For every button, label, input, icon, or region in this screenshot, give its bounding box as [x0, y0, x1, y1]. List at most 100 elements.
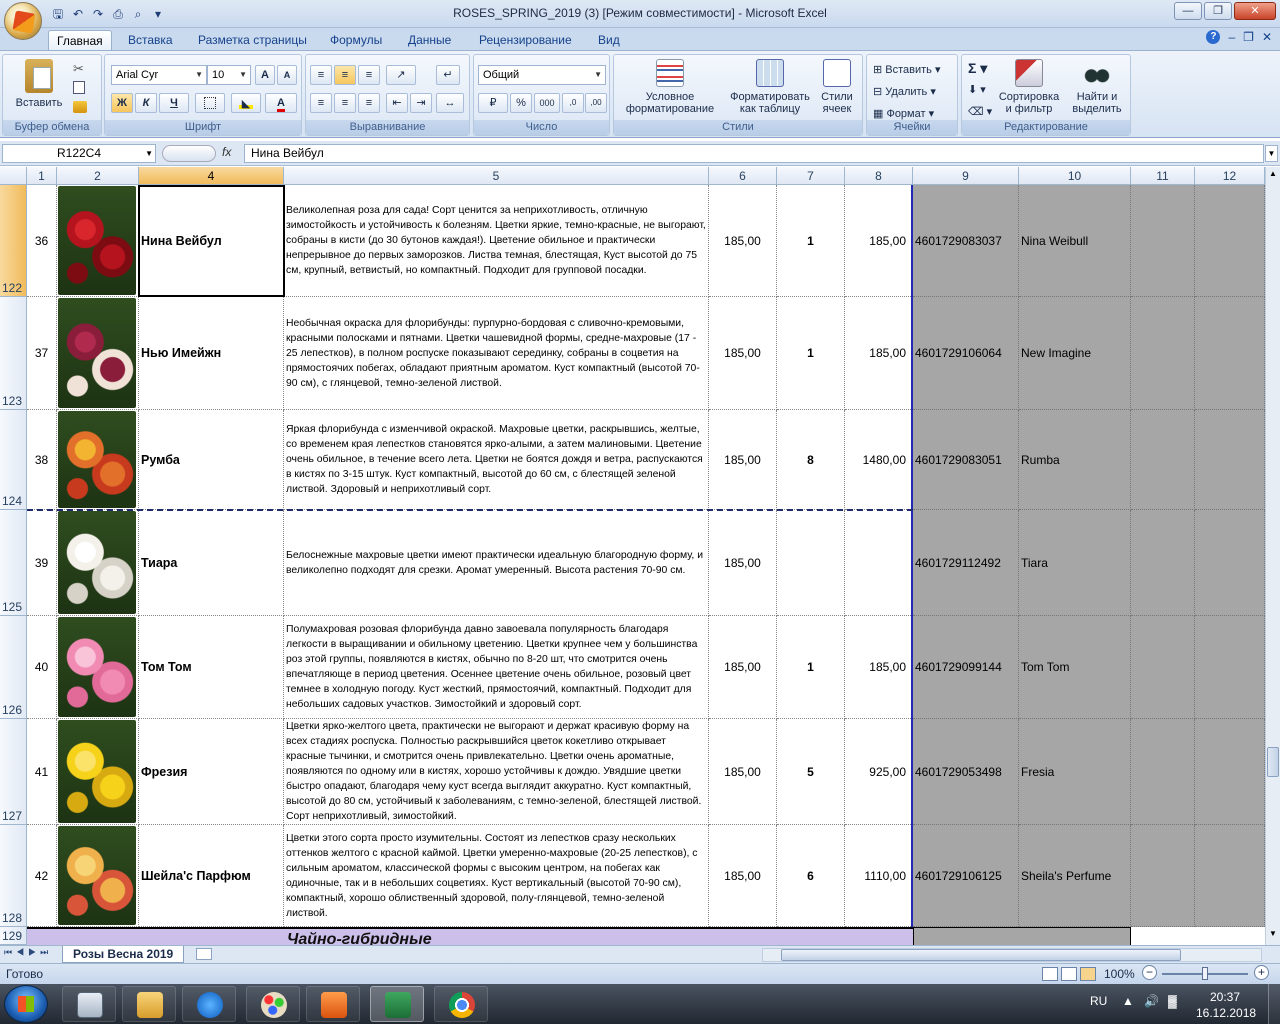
orientation-button[interactable]: ↗ — [386, 65, 416, 85]
close-button[interactable]: ✕ — [1234, 2, 1276, 20]
column-header[interactable]: 6 — [709, 167, 777, 185]
thousands-format-button[interactable]: 000 — [534, 93, 560, 113]
description-cell[interactable]: Полумахровая розовая флорибунда давно за… — [284, 616, 709, 719]
quantity-cell[interactable]: 1 — [777, 616, 845, 719]
vertical-scrollbar[interactable]: ▲ ▼ — [1265, 167, 1280, 945]
language-indicator[interactable]: RU — [1090, 994, 1107, 1008]
photo-cell[interactable] — [57, 616, 139, 719]
quantity-cell[interactable]: 1 — [777, 185, 845, 297]
network-icon[interactable]: ▓ — [1168, 994, 1177, 1008]
row-number-cell[interactable]: 41 — [27, 719, 57, 825]
row-number-cell[interactable]: 36 — [27, 185, 57, 297]
sum-cell[interactable]: 1480,00 — [845, 410, 913, 510]
number-format-combo[interactable]: Общий ▼ — [478, 65, 606, 85]
select-all-corner[interactable] — [0, 167, 27, 185]
taskbar-chrome[interactable] — [434, 986, 488, 1022]
empty-cell[interactable] — [1131, 185, 1195, 297]
description-cell[interactable]: Цветки ярко-желтого цвета, практически н… — [284, 719, 709, 825]
price-cell[interactable]: 185,00 — [709, 185, 777, 297]
align-left-button[interactable]: ≡ — [310, 93, 332, 113]
barcode-cell[interactable]: 4601729083051 — [913, 410, 1019, 510]
new-sheet-icon[interactable] — [196, 948, 212, 960]
latin-name-cell[interactable]: New Imagine — [1019, 297, 1131, 410]
restore-button[interactable]: ❐ — [1204, 2, 1232, 20]
ribbon-restore-icon[interactable]: ❐ — [1243, 30, 1254, 44]
row-number-cell[interactable]: 40 — [27, 616, 57, 719]
minimize-button[interactable]: — — [1174, 2, 1202, 20]
column-header[interactable]: 1 — [27, 167, 57, 185]
description-cell[interactable]: Великолепная роза для сада! Сорт ценится… — [284, 185, 709, 297]
increase-indent-button[interactable]: ⇥ — [410, 93, 432, 113]
merge-cells-button[interactable]: ↔ — [436, 93, 464, 113]
quantity-cell[interactable]: 8 — [777, 410, 845, 510]
column-header[interactable]: 11 — [1131, 167, 1195, 185]
barcode-cell[interactable]: 4601729083037 — [913, 185, 1019, 297]
latin-name-cell[interactable]: Tiara — [1019, 510, 1131, 616]
percent-format-button[interactable]: % — [510, 93, 532, 113]
sum-cell[interactable]: 185,00 — [845, 297, 913, 410]
column-header[interactable]: 4 — [139, 167, 284, 185]
quantity-cell[interactable]: 1 — [777, 297, 845, 410]
column-header[interactable]: 2 — [57, 167, 139, 185]
office-button[interactable] — [4, 2, 42, 40]
empty-cell[interactable] — [1131, 719, 1195, 825]
row-header[interactable]: 128 — [0, 825, 27, 927]
zoom-level[interactable]: 100% — [1104, 967, 1135, 981]
taskbar-media[interactable] — [306, 986, 360, 1022]
taskbar-ie[interactable] — [182, 986, 236, 1022]
format-painter-icon[interactable] — [73, 101, 87, 113]
sort-filter-button[interactable]: Сортировка и фильтр — [996, 59, 1062, 115]
barcode-cell[interactable]: 4601729106064 — [913, 297, 1019, 410]
row-header[interactable]: 124 — [0, 410, 27, 510]
show-desktop-button[interactable] — [1268, 984, 1280, 1024]
row-header[interactable]: 127 — [0, 719, 27, 825]
sum-cell[interactable]: 1110,00 — [845, 825, 913, 927]
row-header[interactable]: 129 — [0, 927, 27, 945]
tab-data[interactable]: Данные — [400, 30, 459, 50]
formula-input[interactable]: Нина Вейбул — [244, 144, 1264, 163]
taskbar-explorer[interactable] — [122, 986, 176, 1022]
underline-button[interactable]: Ч — [159, 93, 189, 113]
description-cell[interactable]: Цветки этого сорта просто изумительны. С… — [284, 825, 709, 927]
cell-styles-button[interactable]: Стили ячеек — [814, 59, 860, 115]
italic-button[interactable]: К — [135, 93, 157, 113]
shrink-font-button[interactable]: A — [277, 65, 297, 85]
delete-cells-button[interactable]: ⊟ Удалить ▾ — [873, 85, 936, 99]
variety-name-cell[interactable]: Шейла'с Парфюм — [139, 825, 284, 927]
align-center-button[interactable]: ≡ — [334, 93, 356, 113]
price-cell[interactable]: 185,00 — [709, 616, 777, 719]
price-cell[interactable]: 185,00 — [709, 510, 777, 616]
sum-cell[interactable]: 185,00 — [845, 616, 913, 719]
row-number-cell[interactable]: 42 — [27, 825, 57, 927]
row-header[interactable]: 125 — [0, 510, 27, 616]
taskbar-excel[interactable] — [370, 986, 424, 1022]
photo-cell[interactable] — [57, 410, 139, 510]
photo-cell[interactable] — [57, 185, 139, 297]
help-icon[interactable]: ? — [1206, 30, 1221, 44]
tab-review[interactable]: Рецензирование — [471, 30, 580, 50]
start-button[interactable] — [4, 985, 48, 1023]
price-cell[interactable]: 185,00 — [709, 719, 777, 825]
cut-icon[interactable]: ✂ — [73, 61, 84, 77]
fill-icon[interactable]: ⬇ ▾ — [968, 83, 986, 97]
empty-cell[interactable] — [1131, 825, 1195, 927]
copy-icon[interactable] — [73, 81, 85, 94]
font-color-button[interactable]: A — [265, 93, 297, 113]
quantity-cell[interactable] — [777, 510, 845, 616]
ribbon-minimize-icon[interactable]: – — [1228, 30, 1235, 44]
variety-name-cell[interactable]: Фрезия — [139, 719, 284, 825]
photo-cell[interactable] — [57, 719, 139, 825]
description-cell[interactable]: Белоснежные махровые цветки имеют практи… — [284, 510, 709, 616]
sheet-nav-icons[interactable]: ⏮◀▶⏭ — [4, 947, 52, 958]
tab-insert[interactable]: Вставка — [120, 30, 181, 50]
tab-page-layout[interactable]: Разметка страницы — [190, 30, 315, 50]
price-cell[interactable]: 185,00 — [709, 297, 777, 410]
tray-arrow-icon[interactable]: ▲ — [1122, 994, 1134, 1008]
empty-cell[interactable] — [1195, 185, 1265, 297]
fill-color-button[interactable]: ◣ — [231, 93, 261, 113]
column-header[interactable]: 9 — [913, 167, 1019, 185]
zoom-in-icon[interactable]: + — [1254, 965, 1269, 980]
barcode-cell[interactable]: 4601729106125 — [913, 825, 1019, 927]
zoom-slider-thumb[interactable] — [1202, 967, 1208, 980]
zoom-out-icon[interactable]: − — [1142, 965, 1157, 980]
